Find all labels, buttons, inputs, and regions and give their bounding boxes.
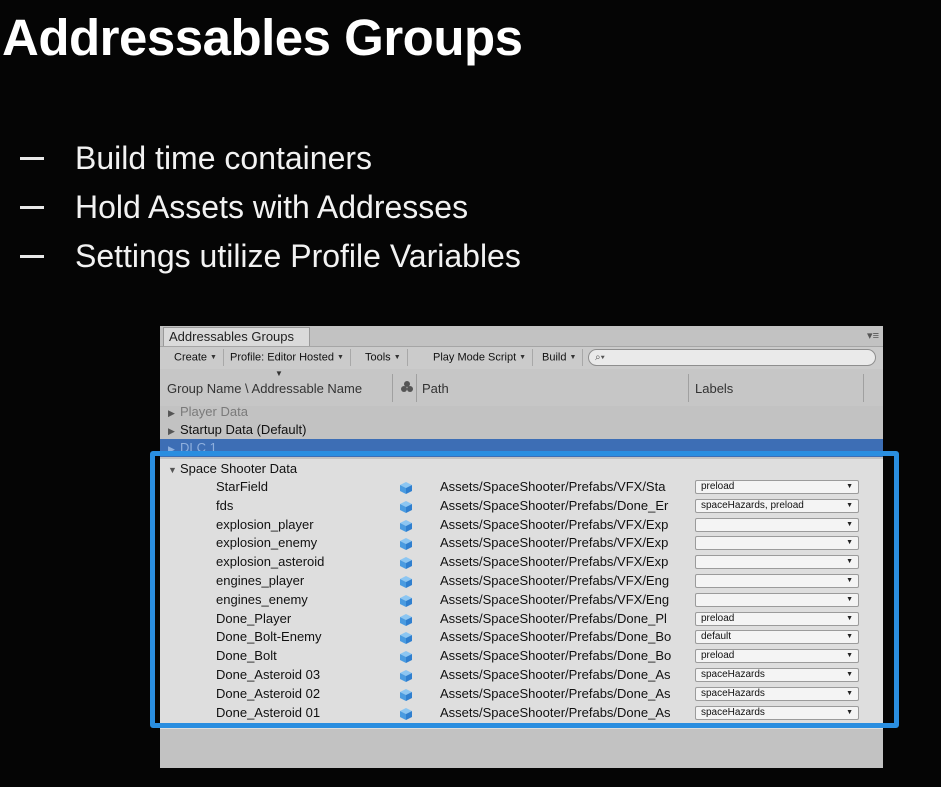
play-mode-script-dropdown[interactable]: Play Mode Script ▼ (427, 349, 534, 366)
column-header: ▼ Group Name \ Addressable Name Path Lab… (160, 369, 883, 406)
chevron-down-icon: ▼ (210, 354, 217, 361)
search-icon: ⌕▾ (595, 352, 605, 363)
build-label: Build (542, 351, 567, 364)
dash-icon (20, 206, 44, 209)
dash-icon (20, 255, 44, 258)
build-dropdown[interactable]: Build ▼ (536, 349, 584, 366)
toolbar: Create ▼ Profile: Editor Hosted ▼ Tools ▼ P… (160, 346, 883, 370)
column-divider[interactable] (416, 374, 417, 402)
tools-dropdown[interactable]: Tools ▼ (359, 349, 408, 366)
group-name: Player Data (180, 404, 248, 419)
column-name-header[interactable]: Group Name \ Addressable Name (167, 381, 362, 396)
bullet-item: Settings utilize Profile Variables (20, 232, 521, 281)
profile-label: Profile: Editor Hosted (230, 351, 334, 364)
chevron-down-icon: ▼ (569, 354, 577, 361)
asset-type-column-icon[interactable] (400, 380, 414, 397)
expand-triangle-icon[interactable]: ▶ (168, 404, 180, 422)
bullet-text: Hold Assets with Addresses (75, 189, 469, 225)
create-dropdown[interactable]: Create ▼ (168, 349, 224, 366)
play-mode-label: Play Mode Script (433, 351, 517, 364)
slide-title: Addressables Groups (2, 9, 523, 66)
chevron-down-icon: ▼ (336, 354, 344, 361)
chevron-down-icon: ▼ (519, 354, 527, 361)
group-row-startup-data[interactable]: ▶ Startup Data (Default) (160, 421, 883, 439)
column-divider[interactable] (688, 374, 689, 402)
expand-triangle-icon[interactable]: ▶ (168, 422, 180, 440)
window-menu-icon[interactable]: ▾≡ (867, 329, 879, 342)
tools-label: Tools (365, 351, 391, 364)
profile-dropdown[interactable]: Profile: Editor Hosted ▼ (224, 349, 351, 366)
create-label: Create (174, 351, 208, 364)
column-path-header[interactable]: Path (422, 381, 449, 396)
column-divider[interactable] (392, 374, 393, 402)
sort-arrow-icon: ▼ (275, 369, 283, 378)
chevron-down-icon: ▼ (393, 354, 401, 361)
highlight-frame (150, 451, 899, 728)
bullet-text: Build time containers (75, 140, 373, 176)
search-input[interactable]: ⌕▾ (588, 349, 876, 366)
bullet-text: Settings utilize Profile Variables (75, 238, 521, 274)
group-row-player-data[interactable]: ▶ Player Data (160, 403, 883, 421)
dash-icon (20, 157, 44, 160)
window-tab[interactable]: Addressables Groups (163, 327, 310, 346)
column-divider[interactable] (863, 374, 864, 402)
bullet-item: Hold Assets with Addresses (20, 183, 521, 232)
bullet-list: Build time containers Hold Assets with A… (20, 134, 521, 281)
column-labels-header[interactable]: Labels (695, 381, 733, 396)
group-name: Startup Data (Default) (180, 422, 307, 437)
bullet-item: Build time containers (20, 134, 521, 183)
